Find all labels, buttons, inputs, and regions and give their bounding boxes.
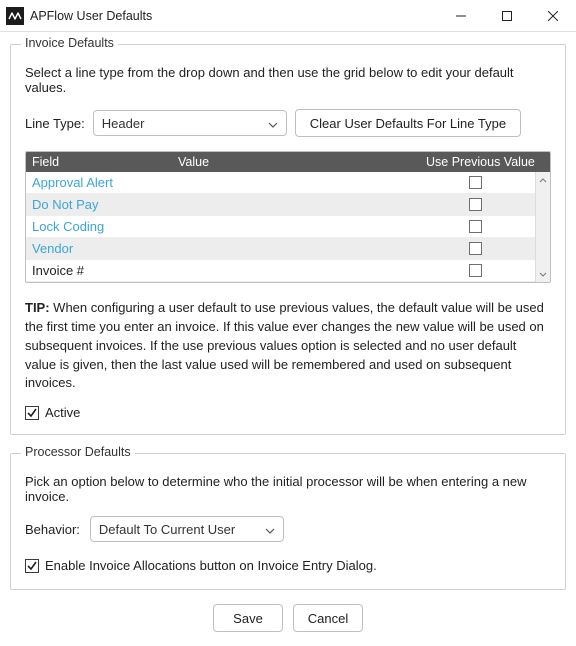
invoice-defaults-instruction: Select a line type from the drop down an… xyxy=(25,65,551,95)
grid-cell-field[interactable]: Invoice # xyxy=(26,263,178,278)
grid-cell-field[interactable]: Lock Coding xyxy=(26,219,178,234)
processor-defaults-legend: Processor Defaults xyxy=(21,445,135,459)
tip-body: When configuring a user default to use p… xyxy=(25,300,544,390)
processor-defaults-instruction: Pick an option below to determine who th… xyxy=(25,474,551,504)
chevron-down-icon xyxy=(265,522,275,537)
use-previous-checkbox[interactable] xyxy=(469,220,482,233)
scroll-down-icon[interactable] xyxy=(536,266,550,282)
cancel-button[interactable]: Cancel xyxy=(293,604,363,632)
grid-header-value[interactable]: Value xyxy=(178,155,426,169)
chevron-down-icon xyxy=(268,116,278,131)
grid-header: Field Value Use Previous Value xyxy=(26,152,550,172)
close-button[interactable] xyxy=(530,0,576,32)
tip-text: TIP: When configuring a user default to … xyxy=(25,299,551,393)
use-previous-checkbox[interactable] xyxy=(469,176,482,189)
grid-row[interactable]: Lock Coding xyxy=(26,216,535,238)
grid-scrollbar[interactable] xyxy=(535,172,550,282)
enable-allocations-checkbox[interactable] xyxy=(25,559,39,573)
window-title: APFlow User Defaults xyxy=(30,9,152,23)
use-previous-checkbox[interactable] xyxy=(469,242,482,255)
clear-user-defaults-button[interactable]: Clear User Defaults For Line Type xyxy=(295,109,521,137)
behavior-value: Default To Current User xyxy=(99,522,265,537)
scroll-up-icon[interactable] xyxy=(536,172,550,188)
use-previous-checkbox[interactable] xyxy=(469,264,482,277)
grid-row[interactable]: Do Not Pay xyxy=(26,194,535,216)
app-icon xyxy=(6,7,24,25)
title-bar: APFlow User Defaults xyxy=(0,0,576,32)
minimize-button[interactable] xyxy=(438,0,484,32)
defaults-grid: Field Value Use Previous Value Approval … xyxy=(25,151,551,283)
grid-cell-field[interactable]: Do Not Pay xyxy=(26,197,178,212)
tip-label: TIP: xyxy=(25,300,50,315)
line-type-label: Line Type: xyxy=(25,116,85,131)
maximize-button[interactable] xyxy=(484,0,530,32)
processor-defaults-group: Processor Defaults Pick an option below … xyxy=(10,453,566,590)
enable-allocations-label: Enable Invoice Allocations button on Inv… xyxy=(45,558,377,573)
grid-cell-field[interactable]: Vendor xyxy=(26,241,178,256)
grid-row[interactable]: Approval Alert xyxy=(26,172,535,194)
line-type-combo[interactable]: Header xyxy=(93,110,287,136)
behavior-combo[interactable]: Default To Current User xyxy=(90,516,284,542)
grid-row[interactable]: Invoice # xyxy=(26,260,535,282)
active-label: Active xyxy=(45,405,80,420)
line-type-value: Header xyxy=(102,116,268,131)
active-checkbox[interactable] xyxy=(25,406,39,420)
invoice-defaults-group: Invoice Defaults Select a line type from… xyxy=(10,44,566,435)
dialog-footer: Save Cancel xyxy=(10,592,566,640)
use-previous-checkbox[interactable] xyxy=(469,198,482,211)
save-button[interactable]: Save xyxy=(213,604,283,632)
grid-cell-field[interactable]: Approval Alert xyxy=(26,175,178,190)
invoice-defaults-legend: Invoice Defaults xyxy=(21,36,118,50)
grid-row[interactable]: Vendor xyxy=(26,238,535,260)
grid-header-field[interactable]: Field xyxy=(26,155,178,169)
behavior-label: Behavior: xyxy=(25,522,80,537)
scroll-track[interactable] xyxy=(536,188,550,266)
grid-header-prev[interactable]: Use Previous Value xyxy=(426,155,550,169)
